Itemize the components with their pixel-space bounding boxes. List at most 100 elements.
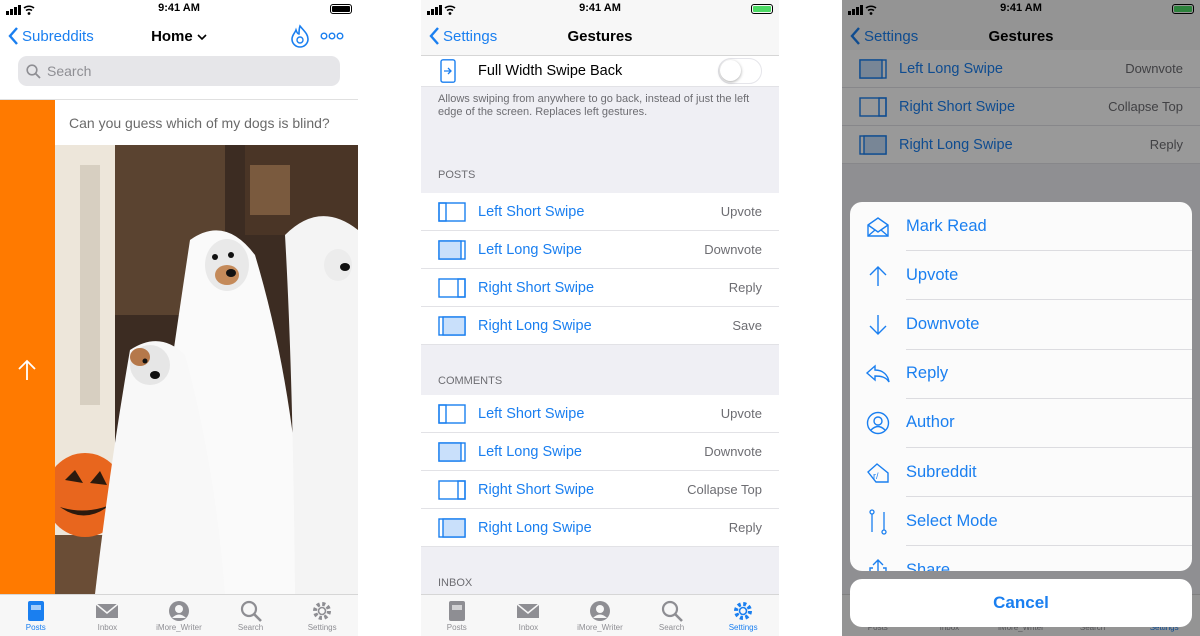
gesture-row[interactable]: Left Short Swipe Upvote: [421, 395, 779, 433]
section-header-comments: COMMENTS: [421, 345, 779, 395]
tab-posts[interactable]: Posts: [0, 595, 72, 636]
right-short-swipe-icon: [438, 277, 466, 298]
search-placeholder: Search: [47, 63, 92, 79]
action-reply[interactable]: Reply: [850, 350, 1192, 399]
gesture-action-value: Save: [732, 318, 762, 333]
arrow-down-icon: [869, 314, 887, 335]
tab-label: Settings: [307, 623, 337, 632]
search-input[interactable]: Search: [18, 56, 340, 86]
page-title-text: Gestures: [567, 28, 633, 45]
home-feed-screen: 9:41 AM Subreddits Home Search Can you g…: [0, 0, 358, 636]
gesture-label: Right Short Swipe: [478, 481, 595, 498]
tab-bar: Posts Inbox iMore_Writer Search Settings: [421, 594, 779, 636]
search-icon: [661, 600, 683, 622]
gesture-label: Right Long Swipe: [478, 519, 592, 536]
gesture-row[interactable]: Right Long Swipe Save: [421, 307, 779, 345]
cancel-button[interactable]: Cancel: [850, 579, 1192, 627]
tab-label: Search: [237, 623, 264, 632]
action-subreddit[interactable]: r/Subreddit: [850, 448, 1192, 498]
gesture-action-sheet-screen: 9:41 AM Settings Gestures Left Long Swip…: [842, 0, 1200, 636]
tab-label: Settings: [728, 623, 758, 632]
status-time: 9:41 AM: [579, 2, 621, 14]
full-width-swipe-toggle[interactable]: [718, 58, 762, 84]
gesture-action-value: Collapse Top: [687, 482, 762, 497]
action-downvote[interactable]: Downvote: [850, 300, 1192, 350]
arrow-up-icon: [18, 359, 36, 380]
flame-icon[interactable]: [290, 24, 310, 48]
gestures-settings-screen: 9:41 AM Settings Gestures Full Width Swi…: [421, 0, 779, 636]
gesture-row[interactable]: Left Long Swipe Downvote: [421, 433, 779, 471]
gesture-action-value: Downvote: [704, 444, 762, 459]
action-mark-read[interactable]: Mark Read: [850, 202, 1192, 252]
svg-text:r/: r/: [873, 471, 879, 481]
action-label: Downvote: [906, 300, 1192, 350]
tag-icon: r/: [867, 462, 889, 483]
phone-swipe-icon: [440, 59, 456, 83]
tab-inbox[interactable]: Inbox: [493, 595, 565, 636]
right-short-swipe-icon: [438, 479, 466, 500]
tab-search[interactable]: Search: [215, 595, 287, 636]
divider: [0, 92, 358, 100]
post-image[interactable]: [55, 145, 358, 594]
gesture-action-value: Downvote: [704, 242, 762, 257]
chevron-down-icon: [197, 34, 207, 41]
battery-icon: [330, 4, 352, 14]
right-long-swipe-icon: [438, 517, 466, 538]
tab-settings[interactable]: Settings: [286, 595, 358, 636]
action-label: Reply: [906, 350, 1192, 399]
left-short-swipe-icon: [438, 201, 466, 222]
full-width-swipe-label: Full Width Swipe Back: [478, 63, 623, 79]
tab-search[interactable]: Search: [636, 595, 708, 636]
action-label: Share: [906, 561, 951, 571]
gesture-row[interactable]: Right Short Swipe Collapse Top: [421, 471, 779, 509]
tab-label: Search: [658, 623, 685, 632]
envelope-icon: [867, 216, 889, 237]
tab-posts[interactable]: Posts: [421, 595, 493, 636]
search-icon: [26, 63, 41, 79]
action-share[interactable]: Share: [850, 546, 1192, 571]
full-width-swipe-row: Full Width Swipe Back: [421, 56, 779, 87]
action-label: Mark Read: [906, 202, 1192, 252]
gesture-label: Left Short Swipe: [478, 203, 585, 220]
gesture-label: Left Short Swipe: [478, 405, 585, 422]
tab-settings[interactable]: Settings: [707, 595, 779, 636]
post-title[interactable]: Can you guess which of my dogs is blind?: [55, 100, 358, 145]
gesture-row[interactable]: Left Short Swipe Upvote: [421, 193, 779, 231]
tab-profile[interactable]: iMore_Writer: [564, 595, 636, 636]
navigation-bar: Settings Gestures: [421, 18, 779, 56]
more-icon[interactable]: [320, 32, 344, 40]
gesture-row[interactable]: Left Long Swipe Downvote: [421, 231, 779, 269]
profile-icon: [168, 601, 189, 621]
profile-icon: [589, 601, 610, 621]
search-icon: [240, 600, 262, 622]
gesture-row[interactable]: Right Short Swipe Reply: [421, 269, 779, 307]
left-short-swipe-icon: [438, 403, 466, 424]
page-title-text: Home: [151, 28, 193, 45]
tab-label: Inbox: [97, 623, 118, 632]
gesture-row[interactable]: Right Long Swipe Reply: [421, 509, 779, 547]
person-icon: [866, 412, 890, 435]
action-sheet: Mark Read Upvote Downvote Reply Author r…: [850, 202, 1192, 571]
dogs-in-ghost-costumes-photo: [55, 145, 358, 594]
tab-profile[interactable]: iMore_Writer: [143, 595, 215, 636]
action-label: Select Mode: [906, 497, 1192, 547]
inbox-icon: [95, 603, 119, 618]
tab-inbox[interactable]: Inbox: [72, 595, 144, 636]
gesture-label: Right Long Swipe: [478, 317, 592, 334]
action-label: Subreddit: [906, 448, 1192, 498]
section-header-posts: POSTS: [421, 147, 779, 193]
action-upvote[interactable]: Upvote: [850, 251, 1192, 301]
status-time: 9:41 AM: [158, 2, 200, 14]
action-select-mode[interactable]: Select Mode: [850, 497, 1192, 547]
tab-bar: Posts Inbox iMore_Writer Search Settings: [0, 594, 358, 636]
posts-icon: [27, 601, 44, 621]
gesture-action-value: Reply: [728, 280, 762, 295]
select-mode-icon: [869, 509, 887, 535]
arrow-up-icon: [869, 265, 887, 286]
tab-label: Posts: [25, 623, 46, 632]
page-title: Gestures: [421, 28, 779, 45]
tab-label: iMore_Writer: [156, 623, 202, 632]
posts-icon: [448, 601, 465, 621]
gesture-label: Left Long Swipe: [478, 241, 582, 258]
action-author[interactable]: Author: [850, 399, 1192, 448]
